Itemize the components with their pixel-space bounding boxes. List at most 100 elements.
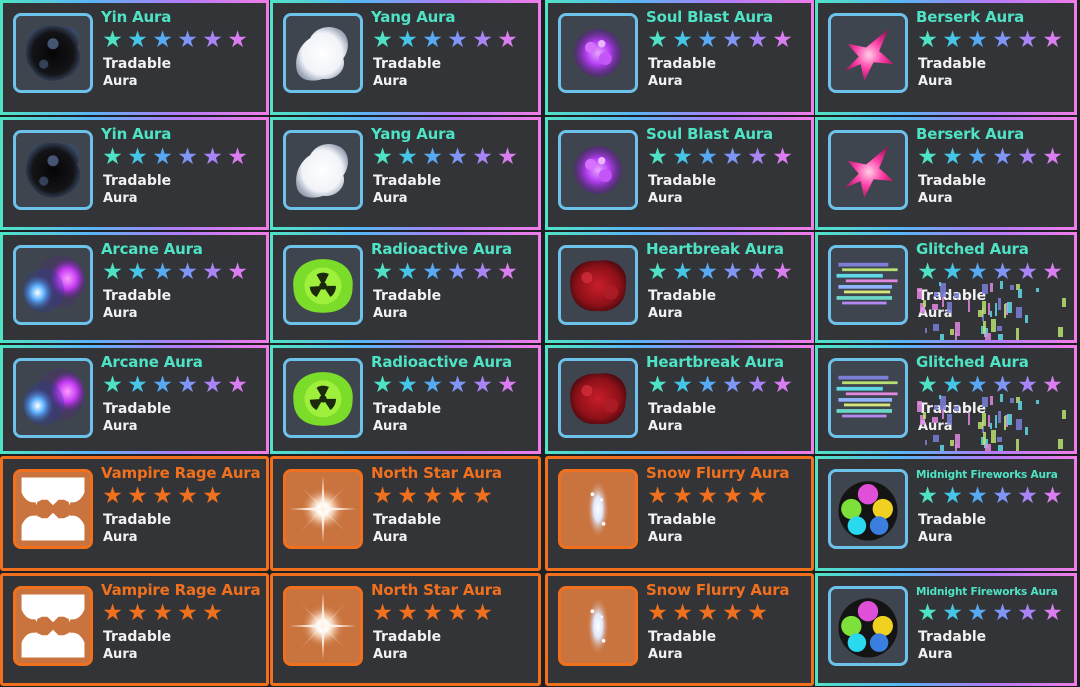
aura-card[interactable]: Midnight Fireworks Aura ★ ★ ★ ★ ★ ★ Tradable Aur… — [815, 573, 1077, 686]
aura-name: Heartbreak Aura — [646, 353, 784, 371]
aura-card[interactable]: Yin Aura ★ ★ ★ ★ ★ ★ Tradable Aura — [0, 117, 269, 230]
rarity-star-icon: ★ — [127, 27, 148, 53]
aura-name: Soul Blast Aura — [646, 8, 773, 26]
glitched-aura-icon — [828, 358, 908, 438]
yang-aura-icon — [283, 130, 363, 210]
rarity-star-icon: ★ — [942, 259, 963, 285]
rarity-star-icon: ★ — [127, 372, 148, 398]
rarity-star-icon: ★ — [942, 144, 963, 170]
rarity-star-icon: ★ — [472, 483, 493, 509]
rarity-star-icon: ★ — [917, 259, 938, 285]
rarity-star-icon: ★ — [772, 144, 793, 170]
rarity-star-icon: ★ — [672, 372, 693, 398]
rarity-star-icon: ★ — [422, 27, 443, 53]
aura-name: Yang Aura — [371, 125, 456, 143]
rarity-star-icon: ★ — [472, 27, 493, 53]
aura-card[interactable]: Glitched Aura ★ ★ ★ ★ ★ ★ Tradable Aura — [815, 232, 1077, 343]
aura-name: North Star Aura — [371, 581, 502, 599]
category-label: Aura — [648, 306, 683, 321]
rarity-star-icon: ★ — [992, 600, 1013, 626]
tradable-label: Tradable — [373, 512, 442, 528]
rarity-star-icon: ★ — [967, 600, 988, 626]
tradable-label: Tradable — [103, 288, 172, 304]
aura-card[interactable]: Radioactive Aura ★ ★ ★ ★ ★ ★ Tradable Aura — [270, 345, 541, 454]
rarity-stars: ★ ★ ★ ★ ★ ★ — [101, 373, 251, 397]
rarity-star-icon: ★ — [722, 483, 743, 509]
rarity-star-icon: ★ — [1017, 483, 1038, 509]
aura-card[interactable]: Snow Flurry Aura ★ ★ ★ ★ ★ Tradable Aura — [545, 573, 814, 686]
tradable-label: Tradable — [648, 512, 717, 528]
rarity-star-icon: ★ — [747, 600, 768, 626]
rarity-star-icon: ★ — [697, 27, 718, 53]
aura-name: Radioactive Aura — [371, 353, 512, 371]
rarity-star-icon: ★ — [177, 144, 198, 170]
rarity-stars: ★ ★ ★ ★ ★ ★ — [646, 373, 796, 397]
rarity-star-icon: ★ — [1042, 372, 1063, 398]
aura-card[interactable]: Berserk Aura ★ ★ ★ ★ ★ ★ Tradable Aura — [815, 117, 1077, 230]
tradable-label: Tradable — [648, 629, 717, 645]
radioactive-aura-icon — [283, 358, 363, 438]
rarity-star-icon: ★ — [397, 27, 418, 53]
aura-card[interactable]: Radioactive Aura ★ ★ ★ ★ ★ ★ Tradable Aura — [270, 232, 541, 343]
heartbreak-aura-icon — [558, 358, 638, 438]
aura-card[interactable]: Yin Aura ★ ★ ★ ★ ★ ★ Tradable Aura — [0, 0, 269, 115]
rarity-star-icon: ★ — [647, 372, 668, 398]
rarity-stars: ★ ★ ★ ★ ★ ★ — [916, 145, 1066, 169]
aura-name: Arcane Aura — [101, 240, 203, 258]
rarity-star-icon: ★ — [497, 259, 518, 285]
rarity-star-icon: ★ — [1017, 259, 1038, 285]
aura-card[interactable]: Vampire Rage Aura ★ ★ ★ ★ ★ Tradable Aura — [0, 456, 269, 571]
aura-card[interactable]: Snow Flurry Aura ★ ★ ★ ★ ★ Tradable Aura — [545, 456, 814, 571]
rarity-star-icon: ★ — [672, 259, 693, 285]
rarity-star-icon: ★ — [152, 27, 173, 53]
rarity-star-icon: ★ — [1042, 259, 1063, 285]
rarity-star-icon: ★ — [447, 27, 468, 53]
rarity-star-icon: ★ — [967, 27, 988, 53]
midnight-fireworks-aura-icon — [828, 469, 908, 549]
rarity-star-icon: ★ — [397, 372, 418, 398]
aura-card[interactable]: Arcane Aura ★ ★ ★ ★ ★ ★ Tradable Aura — [0, 345, 269, 454]
rarity-star-icon: ★ — [372, 144, 393, 170]
aura-card[interactable]: Heartbreak Aura ★ ★ ★ ★ ★ ★ Tradable Aura — [545, 345, 814, 454]
rarity-star-icon: ★ — [177, 27, 198, 53]
rarity-star-icon: ★ — [772, 27, 793, 53]
tradable-label: Tradable — [918, 512, 987, 528]
tradable-label: Tradable — [648, 288, 717, 304]
rarity-star-icon: ★ — [227, 259, 248, 285]
rarity-star-icon: ★ — [747, 483, 768, 509]
aura-card[interactable]: Midnight Fireworks Aura ★ ★ ★ ★ ★ ★ Tradable Aur… — [815, 456, 1077, 571]
category-label: Aura — [103, 419, 138, 434]
tradable-label: Tradable — [103, 512, 172, 528]
aura-card[interactable]: Yang Aura ★ ★ ★ ★ ★ ★ Tradable Aura — [270, 117, 541, 230]
aura-card[interactable]: Soul Blast Aura ★ ★ ★ ★ ★ ★ Tradable Aura — [545, 117, 814, 230]
aura-card[interactable]: Arcane Aura ★ ★ ★ ★ ★ ★ Tradable Aura — [0, 232, 269, 343]
aura-card[interactable]: North Star Aura ★ ★ ★ ★ ★ Tradable Aura — [270, 573, 541, 686]
rarity-star-icon: ★ — [152, 483, 173, 509]
aura-card[interactable]: North Star Aura ★ ★ ★ ★ ★ Tradable Aura — [270, 456, 541, 571]
category-label: Aura — [918, 647, 953, 662]
rarity-star-icon: ★ — [152, 372, 173, 398]
rarity-star-icon: ★ — [967, 144, 988, 170]
aura-card[interactable]: Heartbreak Aura ★ ★ ★ ★ ★ ★ Tradable Aura — [545, 232, 814, 343]
aura-card[interactable]: Yang Aura ★ ★ ★ ★ ★ ★ Tradable Aura — [270, 0, 541, 115]
vampire-fangs-icon — [13, 586, 93, 666]
aura-card[interactable]: Vampire Rage Aura ★ ★ ★ ★ ★ Tradable Aura — [0, 573, 269, 686]
rarity-star-icon: ★ — [127, 259, 148, 285]
category-label: Aura — [648, 530, 683, 545]
rarity-star-icon: ★ — [747, 259, 768, 285]
rarity-star-icon: ★ — [372, 483, 393, 509]
aura-card[interactable]: Soul Blast Aura ★ ★ ★ ★ ★ ★ Tradable Aura — [545, 0, 814, 115]
tradable-label: Tradable — [648, 173, 717, 189]
snow-flurry-aura-icon — [558, 469, 638, 549]
rarity-star-icon: ★ — [917, 600, 938, 626]
rarity-star-icon: ★ — [127, 600, 148, 626]
rarity-stars: ★ ★ ★ ★ ★ ★ — [916, 373, 1066, 397]
rarity-star-icon: ★ — [202, 27, 223, 53]
aura-card[interactable]: Glitched Aura ★ ★ ★ ★ ★ ★ Tradable Aura — [815, 345, 1077, 454]
aura-card[interactable]: Berserk Aura ★ ★ ★ ★ ★ ★ Tradable Aura — [815, 0, 1077, 115]
rarity-star-icon: ★ — [127, 144, 148, 170]
tradable-label: Tradable — [103, 401, 172, 417]
aura-name: Yin Aura — [101, 8, 172, 26]
rarity-star-icon: ★ — [372, 259, 393, 285]
rarity-star-icon: ★ — [177, 259, 198, 285]
